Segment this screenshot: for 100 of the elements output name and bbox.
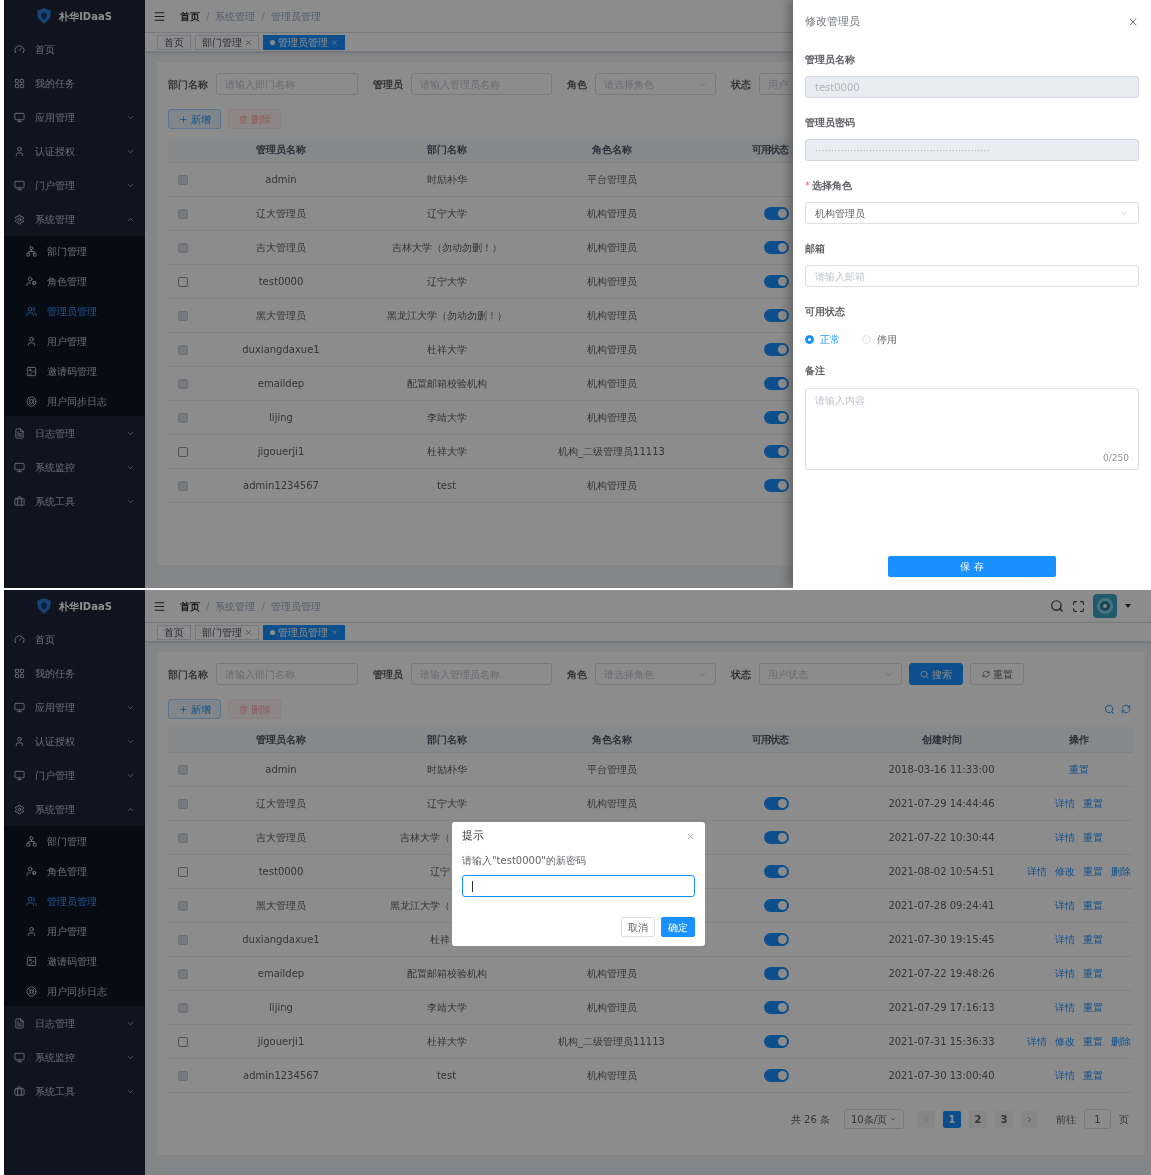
row-checkbox[interactable]	[178, 446, 188, 457]
row-checkbox[interactable]	[178, 276, 188, 287]
fullscreen-icon[interactable]	[1072, 599, 1085, 613]
action-link[interactable]: 删除	[1110, 864, 1131, 879]
breadcrumb-item[interactable]: 首页	[180, 8, 200, 24]
dashboard-icon	[14, 43, 25, 55]
menu-item[interactable]: 认证授权	[4, 724, 145, 758]
page-input[interactable]: 1	[1084, 1109, 1111, 1129]
menu-icon[interactable]	[153, 599, 166, 613]
cancel-button[interactable]: 取消	[621, 917, 655, 937]
menu-item[interactable]: 系统管理	[4, 202, 145, 236]
menu-item[interactable]: 日志管理	[4, 416, 145, 450]
submenu-item[interactable]: 管理员管理	[4, 886, 145, 916]
save-button[interactable]: 保 存	[888, 556, 1056, 577]
radio-option[interactable]: 停用	[862, 331, 897, 347]
breadcrumb-separator: /	[261, 9, 265, 24]
menu-item[interactable]: 应用管理	[4, 690, 145, 724]
close-icon[interactable]	[245, 38, 252, 46]
close-icon[interactable]	[686, 831, 695, 841]
radio-option[interactable]: 正常	[805, 331, 840, 347]
page-tab[interactable]: 首页	[157, 34, 191, 50]
filter-label: 部门名称	[168, 77, 208, 92]
submenu-item[interactable]: 管理员管理	[4, 296, 145, 326]
page-tab[interactable]: 部门管理	[195, 34, 259, 50]
search-icon[interactable]	[1104, 703, 1115, 715]
reset-button[interactable]: 重置	[970, 663, 1024, 685]
page-button[interactable]: 3	[995, 1110, 1013, 1128]
monitor-icon	[14, 701, 25, 713]
table-cell-text: admin1234567	[243, 479, 319, 493]
table-cell-text: 杜祥大学	[426, 1035, 467, 1049]
menu-item[interactable]: 我的任务	[4, 66, 145, 100]
menu-item[interactable]: 系统监控	[4, 1040, 145, 1074]
page-tab[interactable]: 管理员管理	[263, 34, 345, 50]
submenu-item[interactable]: 部门管理	[4, 236, 145, 266]
action-link[interactable]: 重置	[1082, 864, 1103, 879]
toggle-switch[interactable]	[764, 865, 789, 878]
menu-item[interactable]: 应用管理	[4, 100, 145, 134]
caret-icon[interactable]	[1125, 604, 1131, 608]
image-icon	[26, 955, 37, 967]
menu-item[interactable]: 门户管理	[4, 168, 145, 202]
refresh-icon[interactable]	[1121, 704, 1131, 714]
menu-item[interactable]: 系统管理	[4, 792, 145, 826]
menu-item[interactable]: 系统工具	[4, 484, 145, 518]
toggle-switch[interactable]	[764, 1035, 789, 1048]
refresh-icon	[981, 670, 990, 678]
toggle-switch[interactable]	[764, 445, 789, 458]
table-cell-text: 机构管理员	[586, 275, 637, 289]
toggle-switch[interactable]	[764, 275, 789, 288]
table-cell-text: 吉大管理员	[256, 241, 306, 255]
close-icon[interactable]	[1127, 16, 1139, 28]
table-cell-text: 机构管理员	[586, 967, 637, 981]
menu-item[interactable]: 日志管理	[4, 1006, 145, 1040]
action-link[interactable]: 详情	[1026, 1034, 1047, 1049]
menu-item[interactable]: 认证授权	[4, 134, 145, 168]
page-button[interactable]: 2	[969, 1110, 987, 1128]
menu-item[interactable]: 门户管理	[4, 758, 145, 792]
lifebuoy-icon	[26, 985, 37, 997]
field-label: 邮箱	[805, 241, 825, 256]
row-checkbox[interactable]	[178, 1036, 188, 1047]
action-link[interactable]: 重置	[1082, 1034, 1103, 1049]
avatar-icon[interactable]	[1093, 594, 1117, 618]
submenu-item[interactable]: 用户同步日志	[4, 976, 145, 1006]
submenu-item[interactable]: 邀请码管理	[4, 946, 145, 976]
menu-item[interactable]: 系统工具	[4, 1074, 145, 1108]
add-button[interactable]: 新增	[168, 109, 221, 129]
submenu-item[interactable]: 角色管理	[4, 266, 145, 296]
submenu-item[interactable]: 用户管理	[4, 326, 145, 356]
action-link[interactable]: 详情	[1026, 864, 1047, 879]
menu-item[interactable]: 首页	[4, 622, 145, 656]
action-link[interactable]: 修改	[1054, 1034, 1075, 1049]
row-checkbox[interactable]	[178, 866, 188, 877]
table-cell-text: 2021-07-31 15:36:33	[888, 1035, 995, 1049]
password-input[interactable]	[462, 875, 695, 897]
submenu-item[interactable]: 角色管理	[4, 856, 145, 886]
select-field[interactable]: 机构管理员	[805, 202, 1139, 224]
table-cell-text: 机构管理员	[586, 797, 637, 811]
action-link[interactable]: 修改	[1054, 864, 1075, 879]
search-icon[interactable]	[1050, 599, 1064, 613]
breadcrumb-item[interactable]: 首页	[180, 598, 200, 614]
page-tab[interactable]: 管理员管理	[263, 624, 345, 640]
submenu-item[interactable]: 用户同步日志	[4, 386, 145, 416]
plus-icon	[178, 114, 188, 124]
menu-item[interactable]: 我的任务	[4, 656, 145, 690]
action-link[interactable]: 删除	[1110, 1034, 1131, 1049]
table-cell-text: jigouerji1	[257, 445, 305, 459]
confirm-button[interactable]: 确定	[661, 917, 695, 937]
submenu-item[interactable]: 邀请码管理	[4, 356, 145, 386]
user-icon	[14, 145, 25, 157]
menu-icon[interactable]	[153, 9, 166, 23]
submenu-item[interactable]: 用户管理	[4, 916, 145, 946]
page-tab[interactable]: 首页	[157, 624, 191, 640]
page-tab[interactable]: 部门管理	[195, 624, 259, 640]
add-button[interactable]: 新增	[168, 699, 221, 719]
menu-item[interactable]: 系统监控	[4, 450, 145, 484]
page-size-select[interactable]: 10条/页	[844, 1109, 904, 1129]
search-button[interactable]: 搜索	[909, 663, 963, 685]
close-icon[interactable]	[245, 628, 252, 636]
menu-item[interactable]: 首页	[4, 32, 145, 66]
page-button[interactable]: 1	[943, 1110, 961, 1128]
submenu-item[interactable]: 部门管理	[4, 826, 145, 856]
